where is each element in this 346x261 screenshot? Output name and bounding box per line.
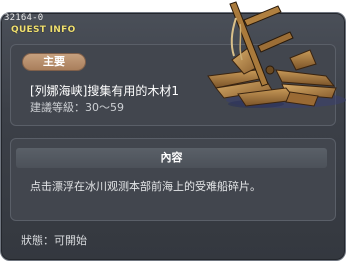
shipwreck-icon bbox=[207, 1, 346, 108]
content-header: 內容 bbox=[16, 148, 327, 168]
quest-title: [列娜海峡]搜集有用的木材1 bbox=[30, 84, 179, 98]
quest-id: 32164-0 bbox=[4, 13, 44, 23]
section-title-quest-info: QUEST INFO bbox=[11, 25, 76, 35]
quest-status: 狀態：可開始 bbox=[21, 234, 87, 247]
quest-type-badge: 主要 bbox=[22, 53, 86, 71]
recommended-level: 建議等級：30～59 bbox=[30, 101, 124, 114]
quest-description: 点击漂浮在冰川观测本部前海上的受难船碎片。 bbox=[30, 180, 261, 193]
